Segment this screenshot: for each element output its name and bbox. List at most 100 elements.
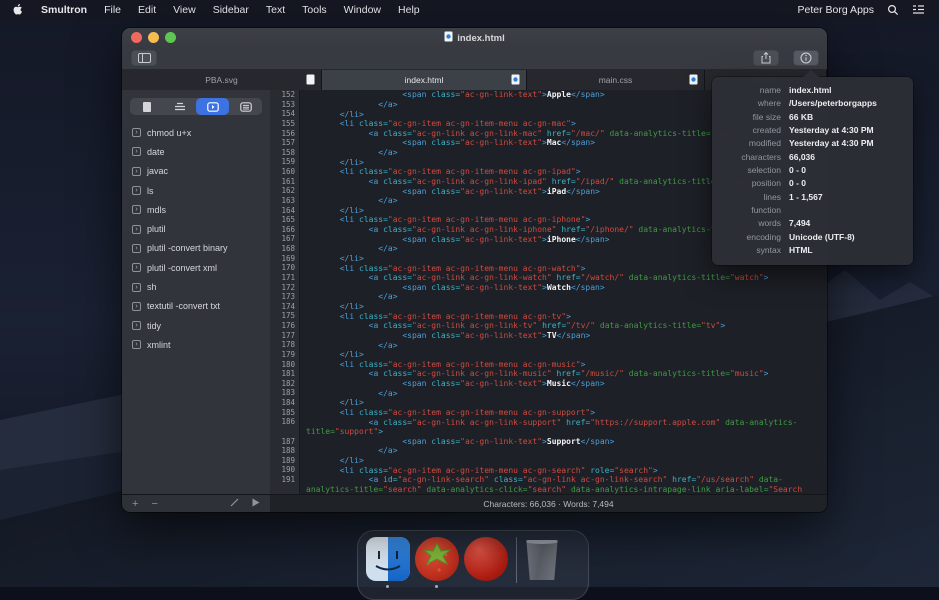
- command-label: javac: [147, 166, 168, 176]
- command-run-icon: ›: [132, 321, 141, 330]
- status-text: Characters: 66,036 · Words: 7,494: [483, 499, 613, 509]
- command-item[interactable]: ›chmod u+x: [122, 123, 270, 142]
- dock-separator: [516, 537, 517, 583]
- segment-snippets-icon[interactable]: [163, 98, 196, 115]
- segment-commands-icon[interactable]: [196, 98, 229, 115]
- sidebar-toggle-button[interactable]: [131, 50, 157, 66]
- status-bar: Characters: 66,036 · Words: 7,494: [270, 495, 827, 512]
- info-value: /Users/peterborgapps: [789, 97, 904, 110]
- info-row: encodingUnicode (UTF-8): [719, 231, 904, 244]
- dock-tomato-icon[interactable]: [464, 537, 508, 581]
- menu-bar: Smultron File Edit View Sidebar Text Tools Win…: [0, 0, 939, 19]
- code-line: 177 <span class="ac-gn-link-text">TV</sp…: [270, 331, 827, 341]
- code-text: </li>: [300, 110, 364, 119]
- command-run-icon: ›: [132, 205, 141, 214]
- tab-main-css[interactable]: main.css: [527, 70, 705, 90]
- menu-item-app[interactable]: Smultron: [41, 4, 87, 16]
- menu-item-view[interactable]: View: [173, 4, 196, 16]
- window-bottom-bar: + − Characters: 66,036 · Words: 7,494: [122, 494, 827, 512]
- code-line: 180 <li class="ac-gn-item ac-gn-item-men…: [270, 360, 827, 370]
- info-value: 0 - 0: [789, 177, 904, 190]
- code-text: title="support">: [300, 427, 383, 436]
- share-button[interactable]: [753, 50, 779, 66]
- info-label: words: [719, 217, 781, 230]
- command-run-icon: ›: [132, 186, 141, 195]
- code-line: 190 <li class="ac-gn-item ac-gn-item-men…: [270, 465, 827, 475]
- play-icon[interactable]: [252, 498, 260, 510]
- notification-list-icon[interactable]: [912, 4, 925, 15]
- tab-pba-svg[interactable]: PBA.svg: [122, 70, 322, 90]
- info-row: modifiedYesterday at 4:30 PM: [719, 137, 904, 150]
- dock-trash-icon[interactable]: [525, 540, 559, 580]
- command-run-icon: ›: [132, 167, 141, 176]
- sidebar-segmented-control: [130, 98, 262, 115]
- info-value: [789, 204, 904, 217]
- code-line: 189 </li>: [270, 456, 827, 466]
- minimize-button[interactable]: [148, 32, 159, 43]
- info-row: syntaxHTML: [719, 244, 904, 257]
- command-label: plutil -convert xml: [147, 263, 217, 273]
- menu-status-text[interactable]: Peter Borg Apps: [798, 4, 874, 16]
- code-line: 188 </a>: [270, 446, 827, 456]
- command-item[interactable]: ›plutil -convert binary: [122, 239, 270, 258]
- info-button[interactable]: [793, 50, 819, 66]
- toolbar: [122, 48, 827, 70]
- menu-item-window[interactable]: Window: [344, 4, 381, 16]
- menu-item-tools[interactable]: Tools: [302, 4, 327, 16]
- command-item[interactable]: ›sh: [122, 277, 270, 296]
- segment-documents-icon[interactable]: [130, 98, 163, 115]
- tab-index-html[interactable]: index.html: [322, 70, 527, 90]
- command-item[interactable]: ›textutil -convert txt: [122, 297, 270, 316]
- line-number: 169: [270, 254, 300, 264]
- line-number: 170: [270, 263, 300, 273]
- code-text: <a class="ac-gn-link ac-gn-link-tv" href…: [300, 321, 725, 330]
- document-icon: [444, 31, 453, 45]
- code-text: <span class="ac-gn-link-text">TV</span>: [300, 331, 590, 340]
- close-button[interactable]: [131, 32, 142, 43]
- menu-item-sidebar[interactable]: Sidebar: [213, 4, 249, 16]
- code-line: 176 <a class="ac-gn-link ac-gn-link-tv" …: [270, 321, 827, 331]
- code-line: 173 </a>: [270, 292, 827, 302]
- command-item[interactable]: › javac: [122, 162, 270, 181]
- line-number: 181: [270, 369, 300, 379]
- command-run-icon: ›: [132, 225, 141, 234]
- code-text: analytics-title="search" data-analytics-…: [300, 485, 802, 494]
- command-item[interactable]: › tidy: [122, 316, 270, 335]
- remove-command-button[interactable]: −: [151, 498, 157, 510]
- dock-smultron-icon[interactable]: [415, 537, 459, 581]
- code-text: </li>: [300, 456, 364, 465]
- command-item[interactable]: ›xmlint: [122, 335, 270, 354]
- line-number: 189: [270, 456, 300, 466]
- menu-item-help[interactable]: Help: [398, 4, 420, 16]
- code-text: </a>: [300, 100, 398, 109]
- pencil-icon[interactable]: [230, 498, 239, 510]
- zoom-button[interactable]: [165, 32, 176, 43]
- command-item[interactable]: ›mdls: [122, 200, 270, 219]
- command-item[interactable]: ›plutil: [122, 219, 270, 238]
- menu-item-file[interactable]: File: [104, 4, 121, 16]
- line-number: 158: [270, 148, 300, 158]
- segment-list-icon[interactable]: [229, 98, 262, 115]
- apple-menu-icon[interactable]: [12, 3, 24, 16]
- command-label: date: [147, 147, 165, 157]
- code-line: 186 <a class="ac-gn-link ac-gn-link-supp…: [270, 417, 827, 427]
- line-number: 166: [270, 225, 300, 235]
- command-item[interactable]: ›date: [122, 142, 270, 161]
- line-number: 178: [270, 340, 300, 350]
- add-command-button[interactable]: +: [132, 498, 138, 510]
- command-item[interactable]: ›plutil -convert xml: [122, 258, 270, 277]
- menu-item-text[interactable]: Text: [266, 4, 285, 16]
- code-text: <li class="ac-gn-item ac-gn-item-menu ac…: [300, 360, 585, 369]
- line-number: 179: [270, 350, 300, 360]
- dock-finder-icon[interactable]: [366, 537, 410, 581]
- command-label: tidy: [147, 321, 161, 331]
- command-item[interactable]: ›ls: [122, 181, 270, 200]
- sidebar: ›chmod u+x›date›javac›ls›mdls›plutil›plu…: [122, 90, 270, 494]
- code-line: 191 <a id="ac-gn-link-search" class="ac-…: [270, 475, 827, 485]
- menu-item-edit[interactable]: Edit: [138, 4, 156, 16]
- command-run-icon: ›: [132, 340, 141, 349]
- title-bar[interactable]: index.html: [122, 28, 827, 48]
- line-number: 161: [270, 177, 300, 187]
- search-icon[interactable]: [887, 4, 899, 16]
- line-number: [270, 485, 300, 494]
